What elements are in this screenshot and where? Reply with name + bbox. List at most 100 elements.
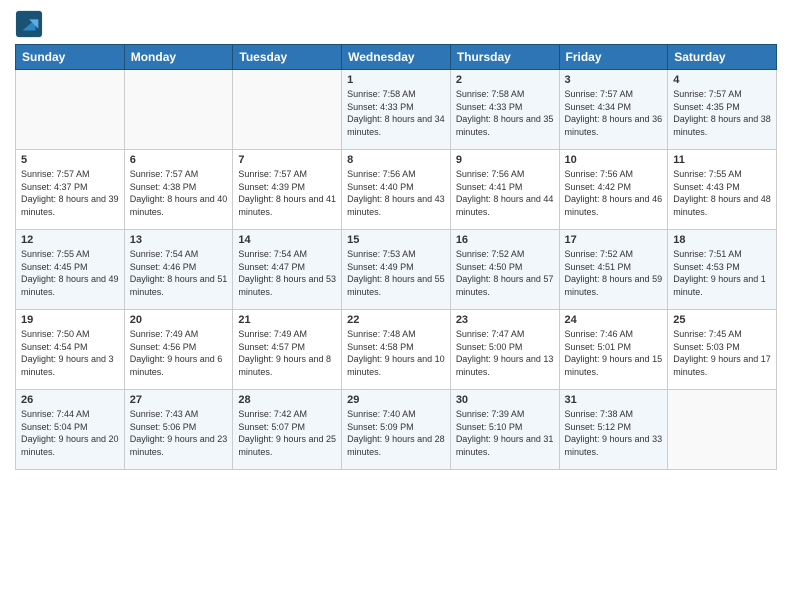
day-number: 16 bbox=[456, 234, 554, 246]
day-info: Sunrise: 7:58 AM Sunset: 4:33 PM Dayligh… bbox=[456, 88, 554, 138]
weekday-header: Wednesday bbox=[342, 45, 451, 70]
day-number: 26 bbox=[21, 394, 119, 406]
weekday-header: Thursday bbox=[450, 45, 559, 70]
calendar: SundayMondayTuesdayWednesdayThursdayFrid… bbox=[15, 44, 777, 470]
day-info: Sunrise: 7:52 AM Sunset: 4:51 PM Dayligh… bbox=[565, 248, 663, 298]
calendar-cell bbox=[668, 390, 777, 470]
day-info: Sunrise: 7:40 AM Sunset: 5:09 PM Dayligh… bbox=[347, 408, 445, 458]
calendar-week-row: 26 Sunrise: 7:44 AM Sunset: 5:04 PM Dayli… bbox=[16, 390, 777, 470]
day-info: Sunrise: 7:49 AM Sunset: 4:57 PM Dayligh… bbox=[238, 328, 336, 378]
calendar-cell: 25Sunrise: 7:45 AM Sunset: 5:03 PM Dayli… bbox=[668, 310, 777, 390]
calendar-cell bbox=[233, 70, 342, 150]
day-info: Sunrise: 7:57 AM Sunset: 4:38 PM Dayligh… bbox=[130, 168, 228, 218]
calendar-cell: 11 Sunrise: 7:55 AM Sunset: 4:43 PM Dayli… bbox=[668, 150, 777, 230]
calendar-cell: 16Sunrise: 7:52 AM Sunset: 4:50 PM Dayli… bbox=[450, 230, 559, 310]
calendar-cell: 13 Sunrise: 7:54 AM Sunset: 4:46 PM Dayli… bbox=[124, 230, 233, 310]
day-info: Sunrise: 7:53 AM Sunset: 4:49 PM Dayligh… bbox=[347, 248, 445, 298]
page: SundayMondayTuesdayWednesdayThursdayFrid… bbox=[0, 0, 792, 612]
day-info: Sunrise: 7:42 AM Sunset: 5:07 PM Dayligh… bbox=[238, 408, 336, 458]
calendar-cell: 18Sunrise: 7:51 AM Sunset: 4:53 PM Dayli… bbox=[668, 230, 777, 310]
day-number: 29 bbox=[347, 394, 445, 406]
calendar-week-row: 19 Sunrise: 7:50 AM Sunset: 4:54 PM Dayli… bbox=[16, 310, 777, 390]
day-number: 10 bbox=[565, 154, 663, 166]
day-number: 7 bbox=[238, 154, 336, 166]
day-info: Sunrise: 7:43 AM Sunset: 5:06 PM Dayligh… bbox=[130, 408, 228, 458]
calendar-cell: 29 Sunrise: 7:40 AM Sunset: 5:09 PM Dayli… bbox=[342, 390, 451, 470]
day-info: Sunrise: 7:57 AM Sunset: 4:34 PM Dayligh… bbox=[565, 88, 663, 138]
weekday-header-row: SundayMondayTuesdayWednesdayThursdayFrid… bbox=[16, 45, 777, 70]
logo-icon bbox=[15, 10, 43, 38]
calendar-cell: 2 Sunrise: 7:58 AM Sunset: 4:33 PM Daylig… bbox=[450, 70, 559, 150]
calendar-cell: 19 Sunrise: 7:50 AM Sunset: 4:54 PM Dayli… bbox=[16, 310, 125, 390]
day-number: 12 bbox=[21, 234, 119, 246]
calendar-cell: 15 Sunrise: 7:53 AM Sunset: 4:49 PM Dayli… bbox=[342, 230, 451, 310]
day-info: Sunrise: 7:50 AM Sunset: 4:54 PM Dayligh… bbox=[21, 328, 119, 378]
weekday-header: Sunday bbox=[16, 45, 125, 70]
day-info: Sunrise: 7:55 AM Sunset: 4:43 PM Dayligh… bbox=[673, 168, 771, 218]
calendar-cell: 20Sunrise: 7:49 AM Sunset: 4:56 PM Dayli… bbox=[124, 310, 233, 390]
day-number: 2 bbox=[456, 74, 554, 86]
calendar-cell: 5 Sunrise: 7:57 AM Sunset: 4:37 PM Daylig… bbox=[16, 150, 125, 230]
weekday-header: Monday bbox=[124, 45, 233, 70]
day-number: 11 bbox=[673, 154, 771, 166]
day-info: Sunrise: 7:47 AM Sunset: 5:00 PM Dayligh… bbox=[456, 328, 554, 378]
calendar-cell: 10 Sunrise: 7:56 AM Sunset: 4:42 PM Dayli… bbox=[559, 150, 668, 230]
weekday-header: Saturday bbox=[668, 45, 777, 70]
day-info: Sunrise: 7:57 AM Sunset: 4:39 PM Dayligh… bbox=[238, 168, 336, 218]
day-info: Sunrise: 7:38 AM Sunset: 5:12 PM Dayligh… bbox=[565, 408, 663, 458]
day-number: 31 bbox=[565, 394, 663, 406]
calendar-cell: 28 Sunrise: 7:42 AM Sunset: 5:07 PM Dayli… bbox=[233, 390, 342, 470]
day-info: Sunrise: 7:45 AM Sunset: 5:03 PM Dayligh… bbox=[673, 328, 771, 378]
logo bbox=[15, 10, 47, 38]
calendar-cell: 1 Sunrise: 7:58 AM Sunset: 4:33 PM Daylig… bbox=[342, 70, 451, 150]
calendar-cell: 14 Sunrise: 7:54 AM Sunset: 4:47 PM Dayli… bbox=[233, 230, 342, 310]
calendar-cell: 21 Sunrise: 7:49 AM Sunset: 4:57 PM Dayli… bbox=[233, 310, 342, 390]
weekday-header: Friday bbox=[559, 45, 668, 70]
day-number: 1 bbox=[347, 74, 445, 86]
day-number: 19 bbox=[21, 314, 119, 326]
day-number: 28 bbox=[238, 394, 336, 406]
weekday-header: Tuesday bbox=[233, 45, 342, 70]
day-number: 13 bbox=[130, 234, 228, 246]
day-info: Sunrise: 7:56 AM Sunset: 4:42 PM Dayligh… bbox=[565, 168, 663, 218]
calendar-cell: 31 Sunrise: 7:38 AM Sunset: 5:12 PM Dayli… bbox=[559, 390, 668, 470]
day-info: Sunrise: 7:54 AM Sunset: 4:47 PM Dayligh… bbox=[238, 248, 336, 298]
calendar-cell: 12Sunrise: 7:55 AM Sunset: 4:45 PM Dayli… bbox=[16, 230, 125, 310]
day-number: 21 bbox=[238, 314, 336, 326]
day-info: Sunrise: 7:54 AM Sunset: 4:46 PM Dayligh… bbox=[130, 248, 228, 298]
calendar-cell: 27 Sunrise: 7:43 AM Sunset: 5:06 PM Dayli… bbox=[124, 390, 233, 470]
calendar-cell: 23Sunrise: 7:47 AM Sunset: 5:00 PM Dayli… bbox=[450, 310, 559, 390]
day-info: Sunrise: 7:51 AM Sunset: 4:53 PM Dayligh… bbox=[673, 248, 771, 298]
day-number: 27 bbox=[130, 394, 228, 406]
calendar-cell: 30 Sunrise: 7:39 AM Sunset: 5:10 PM Dayli… bbox=[450, 390, 559, 470]
day-info: Sunrise: 7:56 AM Sunset: 4:40 PM Dayligh… bbox=[347, 168, 445, 218]
day-info: Sunrise: 7:39 AM Sunset: 5:10 PM Dayligh… bbox=[456, 408, 554, 458]
calendar-cell: 6 Sunrise: 7:57 AM Sunset: 4:38 PM Daylig… bbox=[124, 150, 233, 230]
day-number: 5 bbox=[21, 154, 119, 166]
day-number: 8 bbox=[347, 154, 445, 166]
calendar-week-row: 12Sunrise: 7:55 AM Sunset: 4:45 PM Dayli… bbox=[16, 230, 777, 310]
calendar-week-row: 5 Sunrise: 7:57 AM Sunset: 4:37 PM Daylig… bbox=[16, 150, 777, 230]
day-number: 30 bbox=[456, 394, 554, 406]
day-number: 15 bbox=[347, 234, 445, 246]
calendar-cell bbox=[124, 70, 233, 150]
day-number: 24 bbox=[565, 314, 663, 326]
day-info: Sunrise: 7:48 AM Sunset: 4:58 PM Dayligh… bbox=[347, 328, 445, 378]
calendar-cell: 4Sunrise: 7:57 AM Sunset: 4:35 PM Daylig… bbox=[668, 70, 777, 150]
calendar-cell: 8 Sunrise: 7:56 AM Sunset: 4:40 PM Daylig… bbox=[342, 150, 451, 230]
calendar-cell: 7 Sunrise: 7:57 AM Sunset: 4:39 PM Daylig… bbox=[233, 150, 342, 230]
day-number: 6 bbox=[130, 154, 228, 166]
calendar-cell: 3Sunrise: 7:57 AM Sunset: 4:34 PM Daylig… bbox=[559, 70, 668, 150]
calendar-week-row: 1 Sunrise: 7:58 AM Sunset: 4:33 PM Daylig… bbox=[16, 70, 777, 150]
day-info: Sunrise: 7:58 AM Sunset: 4:33 PM Dayligh… bbox=[347, 88, 445, 138]
day-info: Sunrise: 7:56 AM Sunset: 4:41 PM Dayligh… bbox=[456, 168, 554, 218]
calendar-cell: 22Sunrise: 7:48 AM Sunset: 4:58 PM Dayli… bbox=[342, 310, 451, 390]
calendar-cell: 9Sunrise: 7:56 AM Sunset: 4:41 PM Daylig… bbox=[450, 150, 559, 230]
calendar-cell: 26 Sunrise: 7:44 AM Sunset: 5:04 PM Dayli… bbox=[16, 390, 125, 470]
day-info: Sunrise: 7:57 AM Sunset: 4:37 PM Dayligh… bbox=[21, 168, 119, 218]
day-info: Sunrise: 7:44 AM Sunset: 5:04 PM Dayligh… bbox=[21, 408, 119, 458]
day-number: 20 bbox=[130, 314, 228, 326]
day-number: 14 bbox=[238, 234, 336, 246]
day-info: Sunrise: 7:46 AM Sunset: 5:01 PM Dayligh… bbox=[565, 328, 663, 378]
calendar-cell bbox=[16, 70, 125, 150]
